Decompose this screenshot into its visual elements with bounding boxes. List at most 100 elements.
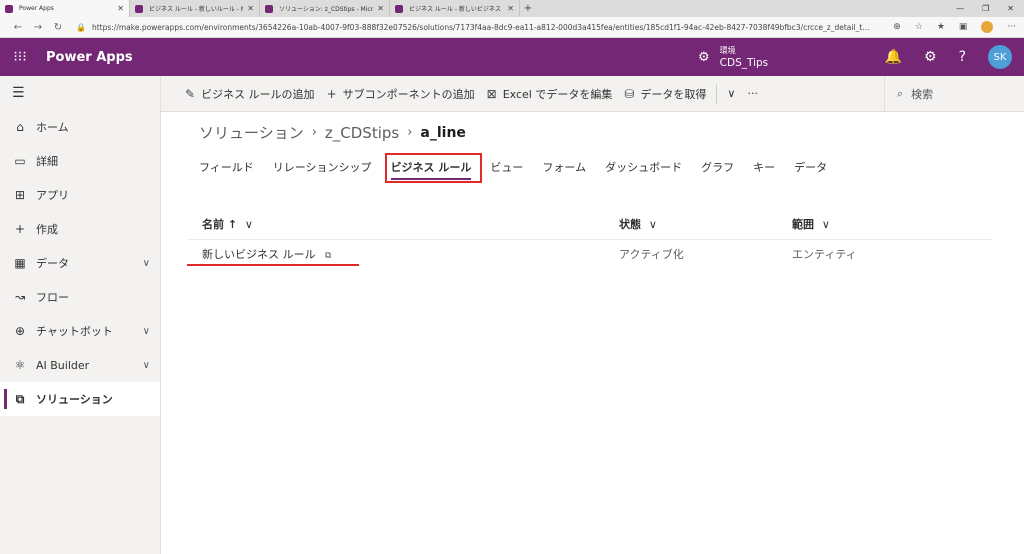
rule-name-link[interactable]: 新しいビジネス ルール ⧉: [202, 246, 331, 262]
collections-icon[interactable]: ▣: [959, 22, 968, 32]
command-label: データを取得: [640, 87, 707, 101]
app-name[interactable]: Power Apps: [46, 50, 133, 65]
user-avatar[interactable]: SK: [988, 45, 1012, 69]
command-label: ビジネス ルールの追加: [201, 87, 315, 101]
nav-item-solutions[interactable]: ⧉ ソリューション: [0, 382, 160, 416]
tab-relationships[interactable]: リレーションシップ: [273, 159, 372, 175]
column-header-state[interactable]: 状態 ∨: [619, 216, 657, 232]
environment-icon: ⚙: [698, 49, 710, 65]
close-window-icon[interactable]: ✕: [1007, 4, 1014, 13]
tab-forms[interactable]: フォーム: [542, 159, 586, 175]
nav-item-learn[interactable]: ▭ 詳細: [0, 144, 160, 178]
hamburger-menu-icon[interactable]: ☰: [0, 76, 160, 110]
tab-dashboards[interactable]: ダッシュボード: [605, 159, 682, 175]
address-bar: ← → ↻ 🔒 https://make.powerapps.com/envir…: [0, 17, 1024, 38]
tab-charts[interactable]: グラフ: [701, 159, 734, 175]
apps-icon: ⊞: [14, 188, 26, 202]
close-icon[interactable]: ✕: [247, 4, 254, 13]
more-commands-button[interactable]: ···: [741, 87, 764, 100]
notification-bell-icon[interactable]: 🔔: [885, 49, 902, 65]
settings-gear-icon[interactable]: ⚙: [924, 49, 937, 65]
underline-annotation: [187, 264, 359, 266]
nav-item-label: 作成: [36, 223, 58, 236]
breadcrumb: ソリューション › z_CDStips › a_line: [199, 122, 466, 143]
forward-icon[interactable]: →: [28, 22, 48, 33]
tab-views[interactable]: ビュー: [490, 159, 523, 175]
tab-data[interactable]: データ: [794, 159, 827, 175]
command-label: サブコンポーネントの追加: [342, 87, 475, 101]
rule-scope: エンティティ: [792, 248, 857, 261]
url-field[interactable]: https://make.powerapps.com/environments/…: [92, 23, 885, 32]
add-subcomponent-button[interactable]: + サブコンポーネントの追加: [321, 86, 481, 102]
column-header-label: 名前 ↑: [202, 218, 238, 231]
nav-item-label: AI Builder: [36, 358, 90, 372]
nav-item-label: アプリ: [36, 189, 69, 202]
column-header-scope[interactable]: 範囲 ∨: [792, 216, 830, 232]
nav-item-home[interactable]: ⌂ ホーム: [0, 110, 160, 144]
powerapps-favicon-icon: [135, 4, 143, 13]
divider: [716, 83, 718, 104]
browser-tab[interactable]: Power Apps ✕: [0, 0, 130, 17]
nav-item-apps[interactable]: ⊞ アプリ: [0, 178, 160, 212]
powerapps-favicon-icon: [265, 4, 273, 13]
chevron-down-icon: ∨: [727, 87, 736, 100]
new-tab-button[interactable]: +: [520, 0, 536, 17]
browser-tab[interactable]: ビジネス ルール - 新しいビジネス ル ✕: [390, 0, 520, 17]
close-icon[interactable]: ✕: [377, 4, 384, 13]
favorites-icon[interactable]: ★: [937, 22, 945, 32]
edit-in-excel-button[interactable]: ⊠ Excel でデータを編集: [481, 86, 619, 102]
nav-item-data[interactable]: ▦ データ ∨: [0, 246, 160, 280]
help-icon[interactable]: ?: [959, 49, 966, 65]
lock-icon: 🔒: [76, 22, 86, 32]
zoom-icon[interactable]: ⊕: [893, 22, 901, 32]
get-data-button[interactable]: ⛁ データを取得: [618, 86, 712, 102]
back-icon[interactable]: ←: [8, 22, 28, 33]
nav-item-chatbot[interactable]: ⊕ チャットボット ∨: [0, 314, 160, 348]
bot-icon: ⊕: [14, 324, 26, 338]
browser-tab[interactable]: ソリューション: z_CDStips - Microso ✕: [260, 0, 390, 17]
chevron-down-icon[interactable]: ∨: [143, 258, 150, 269]
profile-avatar[interactable]: [981, 21, 994, 33]
add-business-rule-button[interactable]: ✎ ビジネス ルールの追加: [161, 86, 321, 102]
restore-icon[interactable]: ❐: [982, 4, 989, 13]
nav-item-label: ホーム: [36, 121, 69, 134]
table-row[interactable]: 新しいビジネス ルール ⧉ アクティブ化 エンティティ: [187, 240, 992, 266]
close-icon[interactable]: ✕: [507, 4, 514, 13]
breadcrumb-solutions[interactable]: ソリューション: [199, 122, 304, 143]
browser-tab-title: Power Apps: [19, 5, 54, 12]
chevron-down-icon[interactable]: ∨: [143, 360, 150, 371]
favorite-star-icon[interactable]: ☆: [915, 22, 923, 32]
command-bar: ✎ ビジネス ルールの追加 + サブコンポーネントの追加 ⊠ Excel でデー…: [161, 76, 1024, 112]
grid-header: 名前 ↑ ∨ 状態 ∨ 範囲 ∨: [187, 210, 992, 240]
search-box[interactable]: ⌕ 検索: [884, 76, 1024, 112]
environment-picker[interactable]: ⚙ 環境 CDS_Tips: [698, 38, 768, 76]
open-external-icon[interactable]: ⧉: [325, 251, 331, 261]
chevron-down-icon[interactable]: ∨: [143, 326, 150, 337]
close-icon[interactable]: ✕: [117, 4, 124, 13]
search-icon: ⌕: [897, 87, 904, 100]
get-data-dropdown[interactable]: ∨: [721, 87, 741, 100]
powerapps-favicon-icon: [5, 4, 13, 13]
breadcrumb-solution[interactable]: z_CDStips: [325, 124, 399, 142]
browser-tab-title: ビジネス ルール - 新しいビジネス ル: [409, 6, 504, 13]
nav-item-label: ソリューション: [36, 393, 113, 406]
tab-keys[interactable]: キー: [753, 159, 775, 175]
browser-tab-title: ビジネス ルール - 新しいルール - Micr: [149, 6, 244, 13]
column-header-name[interactable]: 名前 ↑ ∨: [202, 216, 253, 232]
rule-state: アクティブ化: [619, 248, 684, 261]
browser-tab[interactable]: ビジネス ルール - 新しいルール - Micr ✕: [130, 0, 260, 17]
nav-item-label: データ: [36, 257, 69, 270]
command-label: Excel でデータを編集: [502, 87, 613, 101]
nav-item-ai-builder[interactable]: ⚛ AI Builder ∨: [0, 348, 160, 382]
book-icon: ▭: [14, 154, 26, 168]
column-header-label: 状態: [619, 218, 641, 231]
refresh-icon[interactable]: ↻: [48, 22, 68, 33]
tab-fields[interactable]: フィールド: [199, 159, 254, 175]
waffle-icon[interactable]: ⁝⁝⁝: [0, 49, 40, 65]
plus-icon: +: [14, 222, 26, 236]
chevron-down-icon: ∨: [648, 218, 657, 231]
minimize-icon[interactable]: —: [956, 4, 964, 13]
browser-menu-icon[interactable]: ···: [1007, 22, 1016, 32]
nav-item-flow[interactable]: ↝ フロー: [0, 280, 160, 314]
nav-item-create[interactable]: + 作成: [0, 212, 160, 246]
